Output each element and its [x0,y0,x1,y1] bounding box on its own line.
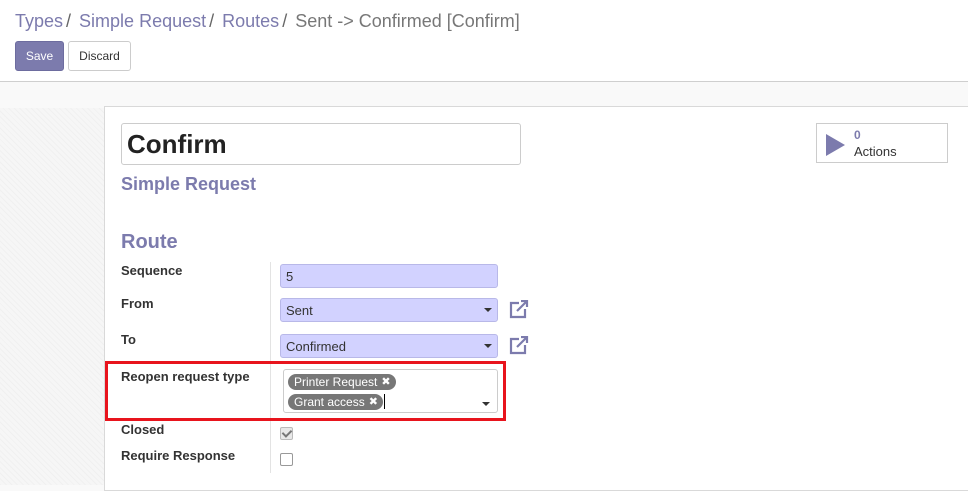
breadcrumb-separator: / [282,11,288,31]
to-label: To [121,332,136,347]
from-label: From [121,296,154,311]
require-response-label: Require Response [121,448,236,463]
breadcrumb: Types / Simple Request / Routes / Sent -> Conf… [15,11,520,32]
closed-label: Closed [121,422,165,437]
to-value: Confirmed [286,339,346,354]
breadcrumb-types[interactable]: Types [15,11,63,31]
discard-button[interactable]: Discard [68,41,131,71]
play-icon [826,134,845,156]
breadcrumb-current: Sent -> Confirmed [Confirm] [295,11,520,31]
record-name-input[interactable] [121,123,521,165]
chevron-down-icon [484,308,492,312]
from-value: Sent [286,303,313,318]
save-button[interactable]: Save [15,41,64,71]
from-select[interactable]: Sent [280,298,498,322]
closed-checkbox[interactable] [280,427,293,440]
require-response-checkbox[interactable] [280,453,293,466]
breadcrumb-separator: / [66,11,72,31]
chevron-down-icon [484,344,492,348]
route-group-title: Route [121,231,178,253]
breadcrumb-simple-request[interactable]: Simple Request [79,11,206,31]
actions-count: 0 [854,128,861,142]
to-select[interactable]: Confirmed [280,334,498,358]
sequence-label: Sequence [121,263,183,278]
external-link-icon[interactable] [508,300,530,320]
actions-label: Actions [854,144,897,159]
breadcrumb-routes[interactable]: Routes [222,11,279,31]
control-panel: Types / Simple Request / Routes / Sent -> Conf… [0,0,968,82]
external-link-icon[interactable] [508,336,530,356]
breadcrumb-separator: / [209,11,215,31]
actions-stat-button[interactable]: 0 Actions [816,123,948,163]
request-type-link[interactable]: Simple Request [121,174,256,195]
sequence-input[interactable]: 5 [280,264,498,288]
highlight-annotation [105,361,506,421]
